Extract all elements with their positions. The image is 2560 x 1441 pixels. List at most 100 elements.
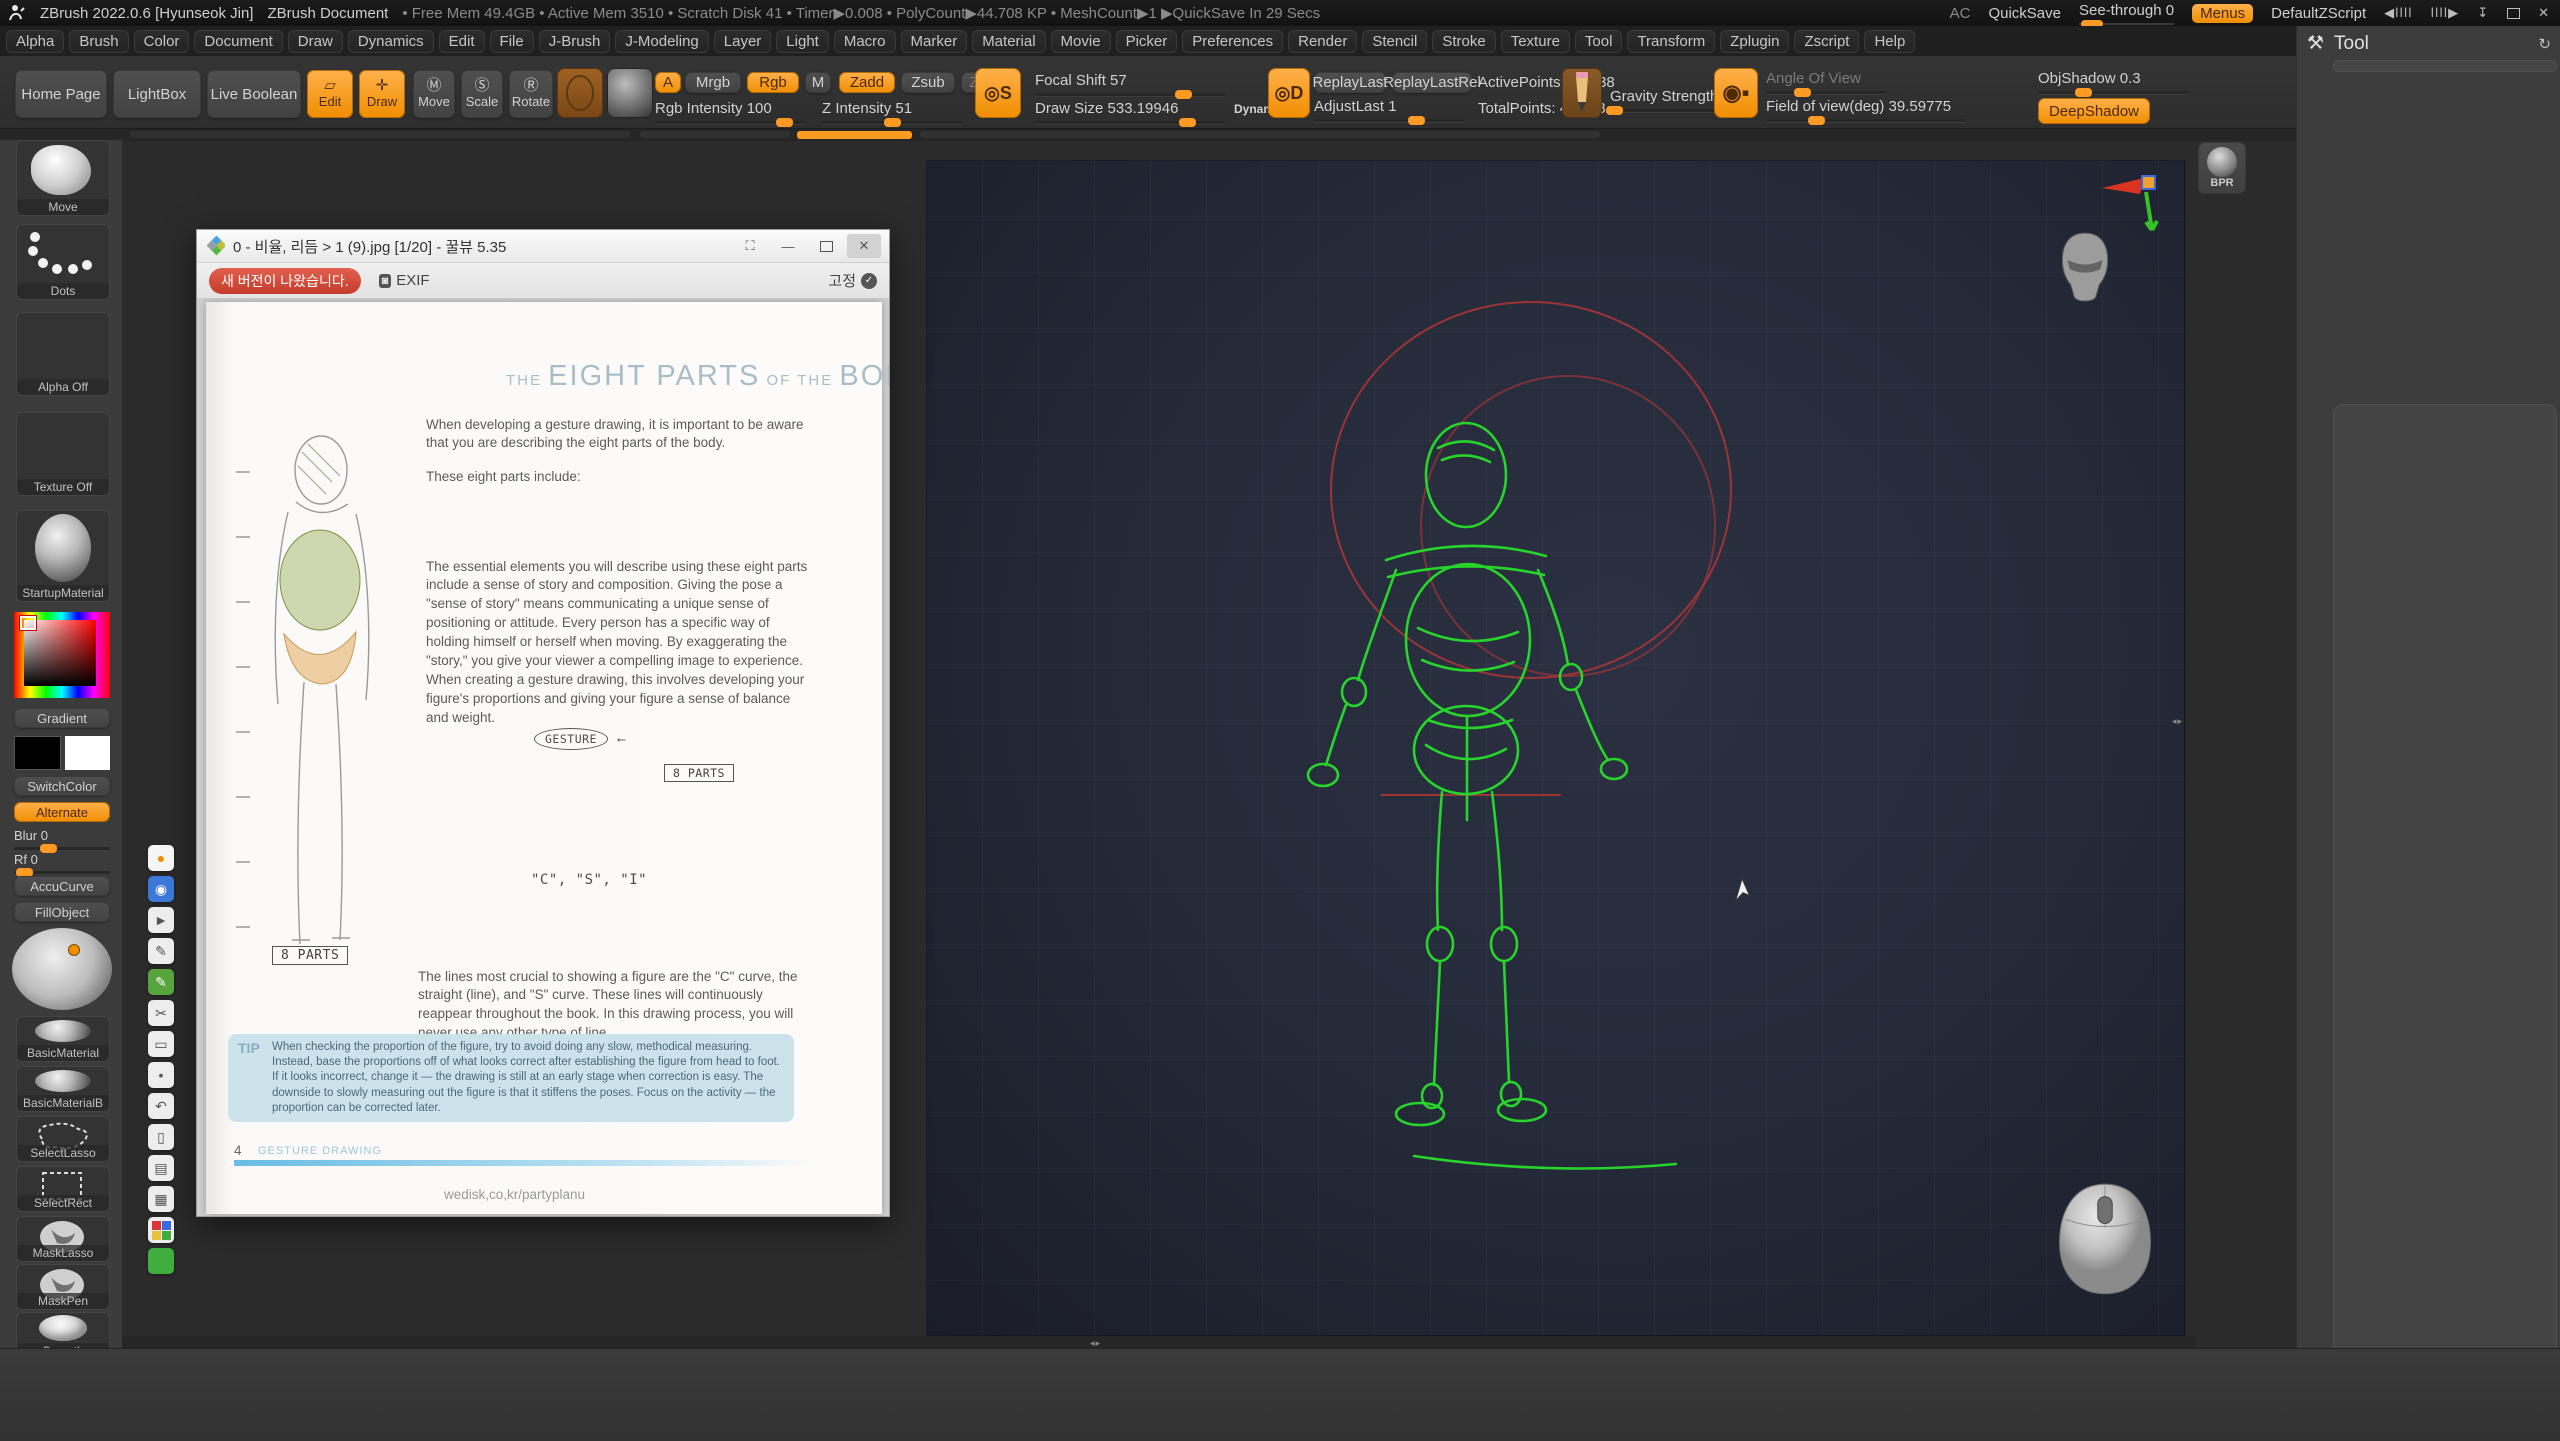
menu-file[interactable]: File — [490, 30, 534, 53]
camera-icon[interactable]: ◉▪ — [1714, 68, 1758, 118]
gradient-button[interactable]: Gradient — [14, 708, 110, 728]
menu-macro[interactable]: Macro — [834, 30, 896, 53]
color-picker[interactable] — [14, 612, 110, 698]
menu-light[interactable]: Light — [776, 30, 829, 53]
replay-last-button[interactable]: ReplayLast — [1314, 72, 1386, 93]
replay-last-rel-button[interactable]: ReplayLastRel — [1392, 72, 1472, 93]
pin-toggle[interactable]: 고정 ✓ — [828, 270, 877, 291]
menu-layer[interactable]: Layer — [714, 30, 772, 53]
menu-material[interactable]: Material — [972, 30, 1045, 53]
menu-marker[interactable]: Marker — [901, 30, 968, 53]
material-basicb[interactable]: BasicMaterialB — [16, 1066, 110, 1112]
switch-color-button[interactable]: SwitchColor — [14, 776, 110, 796]
angle-of-view-slider[interactable]: Angle Of View — [1766, 70, 1886, 94]
palette-icon[interactable] — [148, 1217, 174, 1243]
menu-movie[interactable]: Movie — [1051, 30, 1111, 53]
mrgb-toggle[interactable]: Mrgb — [685, 72, 741, 93]
move-mode-button[interactable]: ⓂMove — [413, 70, 455, 118]
menu-transform[interactable]: Transform — [1627, 30, 1715, 53]
scale-mode-button[interactable]: ⓈScale — [461, 70, 503, 118]
viewer-fullscreen-icon[interactable]: ⛶ — [733, 234, 767, 258]
brush-move[interactable]: Move — [16, 140, 110, 216]
restore-icon[interactable] — [2507, 8, 2520, 19]
draw-button[interactable]: ✛Draw — [359, 70, 405, 118]
stroke-dots[interactable]: Dots — [16, 224, 110, 300]
brush-selectlasso[interactable]: SelectLasso — [16, 1116, 110, 1162]
menu-document[interactable]: Document — [194, 30, 282, 53]
rf-slider[interactable]: Rf 0 — [14, 852, 110, 874]
knife-icon[interactable]: ✂ — [148, 1000, 174, 1026]
pencil-icon[interactable]: ✎ — [148, 938, 174, 964]
menu-color[interactable]: Color — [134, 30, 190, 53]
edit-button[interactable]: ▱Edit — [307, 70, 353, 118]
menu-draw[interactable]: Draw — [288, 30, 343, 53]
gravity-pencil-thumb[interactable] — [1562, 68, 1602, 118]
camview-head-gizmo[interactable] — [2054, 229, 2116, 303]
brush-selectrect[interactable]: SelectRect — [16, 1166, 110, 1212]
live-boolean-button[interactable]: Live Boolean — [207, 70, 301, 118]
right-tray-toggle-icon[interactable]: ǀǀǀǀ▶ — [2431, 5, 2460, 21]
menu-j-modeling[interactable]: J-Modeling — [615, 30, 708, 53]
brush-masklasso[interactable]: MaskLasso — [16, 1216, 110, 1262]
fov-slider[interactable]: Field of view(deg) 39.59775 — [1766, 98, 1966, 122]
close-icon[interactable]: ✕ — [2538, 5, 2550, 21]
alternate-button[interactable]: Alternate — [14, 802, 110, 822]
menu-edit[interactable]: Edit — [439, 30, 485, 53]
quicksave-button[interactable]: QuickSave — [1988, 5, 2061, 22]
a-toggle[interactable]: A — [655, 72, 681, 93]
draw-size-slider[interactable]: Draw Size 533.19946 — [1035, 100, 1225, 124]
z-intensity-slider[interactable]: Z Intensity 51 — [822, 100, 962, 124]
brush-maskpen[interactable]: MaskPen — [16, 1264, 110, 1310]
right-divider-handle[interactable]: ◂▸ — [2172, 716, 2183, 727]
viewer-maximize-icon[interactable] — [809, 234, 843, 258]
stroke-type-icon[interactable]: ◎S — [975, 68, 1021, 118]
menu-alpha[interactable]: Alpha — [6, 30, 64, 53]
mouse-3d-model[interactable] — [2042, 1178, 2168, 1302]
material-basic[interactable]: BasicMaterial — [16, 1016, 110, 1062]
menu-texture[interactable]: Texture — [1501, 30, 1570, 53]
menu-dynamics[interactable]: Dynamics — [348, 30, 434, 53]
current-brush-thumb[interactable] — [557, 68, 603, 118]
fillobject-button[interactable]: FillObject — [14, 902, 110, 922]
menu-stencil[interactable]: Stencil — [1362, 30, 1427, 53]
ac-button[interactable]: AC — [1950, 5, 1971, 22]
menus-button[interactable]: Menus — [2192, 4, 2253, 23]
exif-button[interactable]: ◙EXIF — [379, 272, 430, 289]
see-through-slider[interactable]: See-through 0 — [2079, 2, 2174, 25]
material-startup[interactable]: StartupMaterial — [16, 510, 110, 602]
menu-picker[interactable]: Picker — [1116, 30, 1178, 53]
axis-gizmo[interactable] — [2102, 174, 2172, 236]
viewer-minimize-icon[interactable]: — — [771, 234, 805, 258]
shelf-divider[interactable] — [0, 128, 2560, 141]
divider-orange-handle[interactable] — [797, 131, 912, 139]
undo-icon[interactable]: ↶ — [148, 1093, 174, 1119]
alpha-off[interactable]: Alpha Off — [16, 312, 110, 396]
menu-preferences[interactable]: Preferences — [1182, 30, 1283, 53]
ruler-icon[interactable]: ▭ — [148, 1031, 174, 1057]
restore-config-icon[interactable]: ↻ — [2538, 35, 2551, 53]
eye-icon[interactable]: ◉ — [148, 876, 174, 902]
adjust-last-slider[interactable]: AdjustLast 1 — [1314, 98, 1464, 122]
accucurve-button[interactable]: AccuCurve — [14, 876, 110, 896]
material-preview-sphere[interactable] — [12, 928, 112, 1010]
printer-icon[interactable]: ▤ — [148, 1155, 174, 1181]
viewer-title-bar[interactable]: 0 - 비율, 리듬 > 1 (9).jpg [1/20] - 꿀뷰 5.35 … — [197, 230, 889, 263]
left-tray-toggle-icon[interactable]: ◀ǀǀǀǀ — [2384, 5, 2413, 21]
menu-zscript[interactable]: Zscript — [1794, 30, 1859, 53]
rotate-mode-button[interactable]: ⓇRotate — [509, 70, 553, 118]
lightbox-button[interactable]: LightBox — [113, 70, 201, 118]
default-zscript-button[interactable]: DefaultZScript — [2271, 5, 2366, 22]
menu-zplugin[interactable]: Zplugin — [1720, 30, 1789, 53]
menu-j-brush[interactable]: J-Brush — [539, 30, 611, 53]
m-toggle[interactable]: M — [805, 72, 831, 93]
home-page-button[interactable]: Home Page — [15, 70, 107, 118]
main-secondary-swatches[interactable] — [14, 736, 110, 770]
canvas-bottom-divider[interactable]: ◂▸ — [122, 1336, 2196, 1348]
menu-tool[interactable]: Tool — [1575, 30, 1623, 53]
rgb-intensity-slider[interactable]: Rgb Intensity 100 — [655, 100, 805, 124]
bulb-icon[interactable]: ● — [148, 845, 174, 871]
trash-icon[interactable]: ▯ — [148, 1124, 174, 1150]
focal-shift-slider[interactable]: Focal Shift 57 — [1035, 72, 1225, 96]
new-version-button[interactable]: 새 버전이 나왔습니다. — [209, 268, 361, 294]
obj-shadow-slider[interactable]: ObjShadow 0.3 — [2038, 70, 2188, 94]
